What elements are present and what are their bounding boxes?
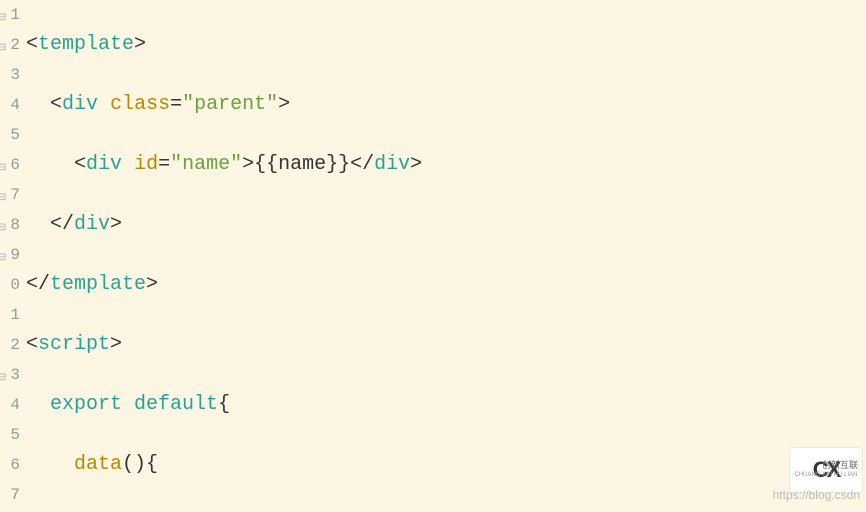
code-line: </template>	[26, 270, 866, 300]
code-line: <script>	[26, 330, 866, 360]
code-editor[interactable]: <template> <div class="parent"> <div id=…	[22, 0, 866, 512]
code-line: <div id="name">{{name}}</div>	[26, 150, 866, 180]
code-line: export default{	[26, 390, 866, 420]
line-number-gutter: 1 2 3 4 5 6 7 8 9 0 1 2 3 4 5 6 7	[0, 0, 22, 512]
code-line: data(){	[26, 450, 866, 480]
code-line: </div>	[26, 210, 866, 240]
code-line: <template>	[26, 30, 866, 60]
watermark-url: https://blog.csdn	[773, 480, 860, 510]
code-line: <div class="parent">	[26, 90, 866, 120]
